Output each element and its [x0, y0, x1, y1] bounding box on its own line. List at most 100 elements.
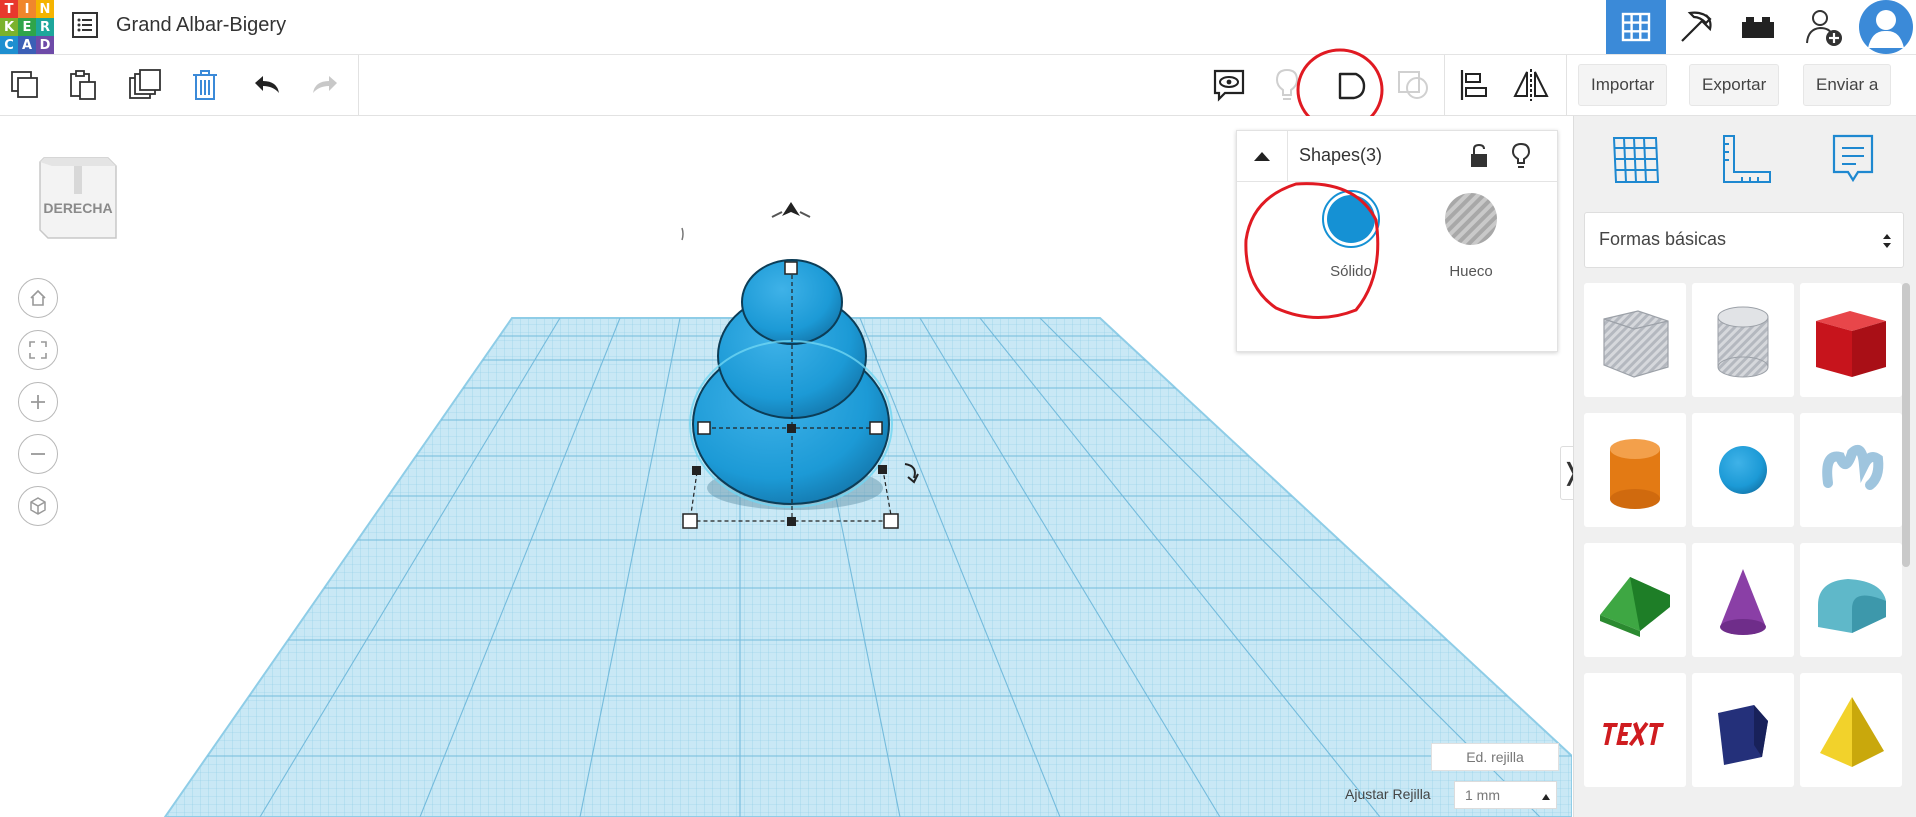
toolbar-divider [1444, 55, 1445, 115]
box-hole-icon [1603, 310, 1669, 378]
minus-icon [31, 453, 45, 455]
logo-letter: D [36, 36, 54, 54]
speech-eye-icon [1213, 69, 1245, 102]
shape-tile-cylinder[interactable] [1584, 413, 1686, 527]
copy-button[interactable] [2, 63, 48, 107]
view-cube-face-label: DERECHA [43, 200, 113, 216]
send-to-button[interactable]: Enviar a [1803, 64, 1892, 106]
import-button[interactable]: Importar [1578, 64, 1668, 106]
zoom-in-button[interactable] [18, 382, 58, 422]
align-icon [1460, 70, 1487, 100]
logo-letter: K [0, 18, 18, 36]
user-avatar-button[interactable] [1856, 0, 1916, 54]
caret-up-icon [1254, 152, 1270, 161]
logo-letter: T [0, 0, 18, 18]
box-icon [1816, 311, 1886, 377]
brick-icon [1742, 17, 1774, 38]
plus-icon [31, 395, 45, 409]
workplane-tool-button[interactable] [1608, 132, 1664, 192]
bricks-view-button[interactable] [1728, 0, 1788, 54]
sphere-icon [1719, 446, 1767, 494]
caret-up-icon [1541, 788, 1551, 804]
paste-icon [70, 70, 96, 100]
cylinder-hole-icon [1717, 306, 1769, 378]
fit-icon [29, 341, 47, 359]
invite-user-button[interactable] [1794, 0, 1854, 54]
shape-tile-box-hole[interactable] [1584, 283, 1686, 397]
undo-icon [255, 76, 279, 93]
logo-letter: R [36, 18, 54, 36]
logo-letter: I [18, 0, 36, 18]
lock-button[interactable] [1469, 143, 1489, 173]
snap-grid-select[interactable]: 1 mm [1454, 781, 1557, 809]
hide-button[interactable] [1511, 142, 1531, 174]
tinkercad-logo[interactable]: TINKERCAD [0, 0, 54, 54]
align-button[interactable] [1450, 63, 1496, 107]
text-icon [1603, 722, 1664, 746]
logo-letter: N [36, 0, 54, 18]
pyramid-icon [1820, 697, 1884, 767]
sidebar-scrollbar[interactable] [1902, 283, 1910, 567]
shape-tile-pyramid[interactable] [1800, 673, 1902, 787]
inspector-title: Shapes(3) [1299, 145, 1383, 165]
minecraft-view-button[interactable] [1666, 0, 1726, 54]
delete-button[interactable] [182, 63, 228, 107]
note-icon [1832, 134, 1874, 183]
shape-tile-box[interactable] [1800, 283, 1902, 397]
edit-grid-button[interactable]: Ed. rejilla [1431, 743, 1559, 771]
duplicate-button[interactable] [122, 63, 168, 107]
round-roof-icon [1818, 579, 1886, 633]
collapse-inspector-button[interactable] [1237, 131, 1288, 181]
group-button[interactable] [1390, 63, 1436, 107]
shape-tile-text[interactable] [1584, 673, 1686, 787]
home-view-button[interactable] [18, 278, 58, 318]
shape-tile-cone[interactable] [1692, 543, 1794, 657]
lightbulb-icon [1511, 142, 1531, 168]
unlock-icon [1471, 143, 1487, 167]
notes-tool-button[interactable] [1828, 132, 1878, 192]
ruler-icon [1723, 135, 1771, 183]
3d-design-view-button[interactable] [1606, 0, 1666, 54]
cube-icon [30, 497, 46, 515]
zoom-out-button[interactable] [18, 434, 58, 474]
copy-icon [11, 71, 38, 98]
top-bar: TINKERCAD Grand Albar-Bigery [0, 0, 1916, 55]
fit-view-button[interactable] [18, 330, 58, 370]
perspective-toggle-button[interactable] [18, 486, 58, 526]
shape-tile-polygon[interactable] [1692, 673, 1794, 787]
shape-tile-scribble[interactable] [1800, 413, 1902, 527]
avatar [1859, 0, 1913, 54]
undo-button[interactable] [244, 63, 290, 107]
ruler-tool-button[interactable] [1718, 132, 1774, 192]
hole-label: Hueco [1449, 263, 1493, 280]
shape-library-select[interactable]: Formas básicas [1584, 212, 1904, 268]
shape-tile-round-roof[interactable] [1800, 543, 1902, 657]
edit-toolbar: Importar Exportar Enviar a [0, 55, 1916, 116]
snap-grid-value: 1 mm [1465, 787, 1500, 803]
view-cube-icon [39, 157, 117, 239]
shape-tile-roof[interactable] [1584, 543, 1686, 657]
export-button[interactable]: Exportar [1689, 64, 1780, 106]
redo-button[interactable] [302, 63, 348, 107]
duplicate-icon [129, 69, 161, 99]
hole-option[interactable]: Hueco [1421, 187, 1521, 297]
redo-icon [313, 76, 337, 93]
grid-icon [1621, 12, 1651, 42]
shape-library-selected: Formas básicas [1599, 229, 1727, 249]
pickaxe-icon [1681, 11, 1712, 42]
notes-view-button[interactable] [1206, 63, 1252, 107]
group-icon [1398, 71, 1428, 99]
mirror-icon [1513, 69, 1549, 101]
project-title[interactable]: Grand Albar-Bigery [116, 10, 286, 40]
view-cube[interactable]: DERECHA [36, 150, 120, 242]
workplane-grid-icon [1612, 137, 1660, 183]
shape-tile-sphere[interactable] [1692, 413, 1794, 527]
mirror-button[interactable] [1508, 63, 1554, 107]
cone-icon [1720, 569, 1766, 635]
shape-tile-cylinder-hole[interactable] [1692, 283, 1794, 397]
roof-icon [1600, 577, 1670, 637]
design-list-icon[interactable] [70, 10, 100, 40]
toolbar-divider [1566, 55, 1567, 115]
logo-letter: E [18, 18, 36, 36]
paste-button[interactable] [60, 63, 106, 107]
